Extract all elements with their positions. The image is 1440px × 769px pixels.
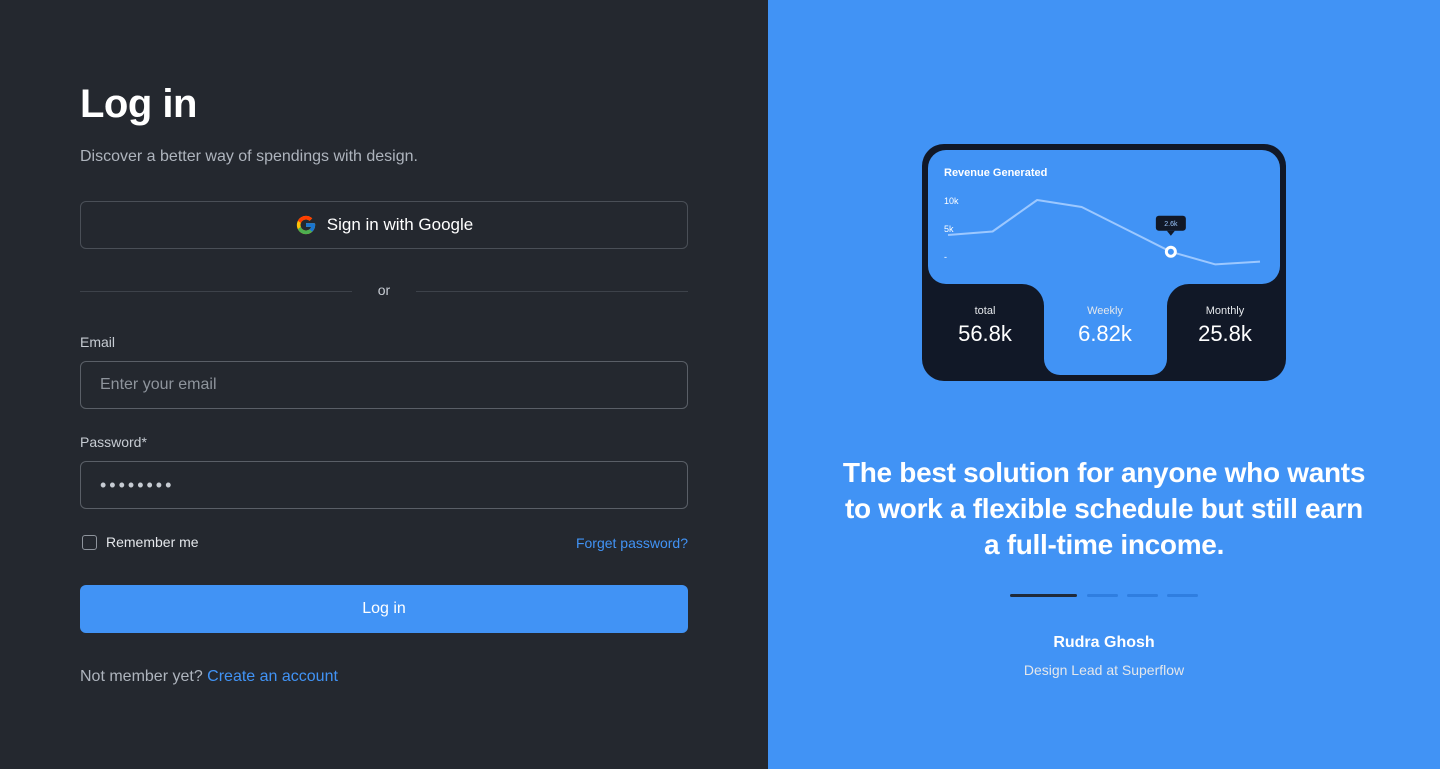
login-button[interactable]: Log in <box>80 585 688 633</box>
forgot-password-link[interactable]: Forget password? <box>576 535 688 551</box>
remember-me[interactable]: Remember me <box>82 534 199 550</box>
signup-prompt: Not member yet? Create an account <box>80 668 338 686</box>
signup-prompt-text: Not member yet? <box>80 668 203 685</box>
divider-text: or <box>377 282 391 298</box>
email-field[interactable] <box>80 361 688 409</box>
testimonial-role: Design Lead at Superflow <box>1023 662 1185 678</box>
revenue-line <box>947 199 1261 266</box>
y-tick-label: 10k <box>944 196 959 206</box>
tooltip-text: 2.6k <box>1164 221 1178 228</box>
stat-value: 56.8k <box>958 321 1012 346</box>
or-divider: or <box>80 282 688 300</box>
testimonial-panel <box>768 0 1440 769</box>
create-account-link[interactable]: Create an account <box>207 668 338 685</box>
highlight-marker: 2.6k <box>1155 215 1186 258</box>
testimonial-author: Rudra Ghosh <box>1053 634 1155 651</box>
google-signin-label: Sign in with Google <box>326 215 474 234</box>
password-value: •••••••• <box>100 474 175 495</box>
google-signin-button[interactable]: Sign in with Google <box>80 201 688 249</box>
divider-line-right <box>416 291 688 292</box>
tooltip-arrow <box>1166 230 1175 236</box>
stat-label: total <box>974 305 996 317</box>
testimonial-quote: The best solution for anyone who wants t… <box>842 457 1366 560</box>
google-icon <box>296 215 315 235</box>
carousel-dot[interactable] <box>1087 594 1118 597</box>
page-subtitle: Discover a better way of spendings with … <box>80 148 418 165</box>
revenue-chart: 10k 5k - 2.6k <box>944 196 1261 266</box>
highlight-dot-inner <box>1167 248 1174 255</box>
password-label: Password* <box>80 434 147 450</box>
password-field[interactable]: •••••••• <box>80 461 688 509</box>
carousel-dot-active[interactable] <box>1010 594 1077 597</box>
y-tick-label: 5k <box>944 224 954 234</box>
remember-checkbox[interactable] <box>82 534 97 550</box>
stat-value: 25.8k <box>1198 321 1252 346</box>
carousel-dot[interactable] <box>1167 594 1198 597</box>
page-title: Log in <box>80 82 197 126</box>
card-notch-right <box>1167 284 1189 306</box>
y-tick-label: - <box>944 252 947 262</box>
stat-total: total 56.8k <box>940 305 1030 347</box>
remember-label: Remember me <box>106 534 199 550</box>
stat-value: 6.82k <box>1078 321 1132 346</box>
stat-label: Monthly <box>1205 305 1245 317</box>
email-label: Email <box>80 334 116 350</box>
card-notch-left <box>1022 284 1044 306</box>
stat-monthly: Monthly 25.8k <box>1180 305 1270 347</box>
stat-label: Weekly <box>1087 305 1123 317</box>
carousel-dot[interactable] <box>1127 594 1158 597</box>
stat-weekly: Weekly 6.82k <box>1060 305 1150 347</box>
